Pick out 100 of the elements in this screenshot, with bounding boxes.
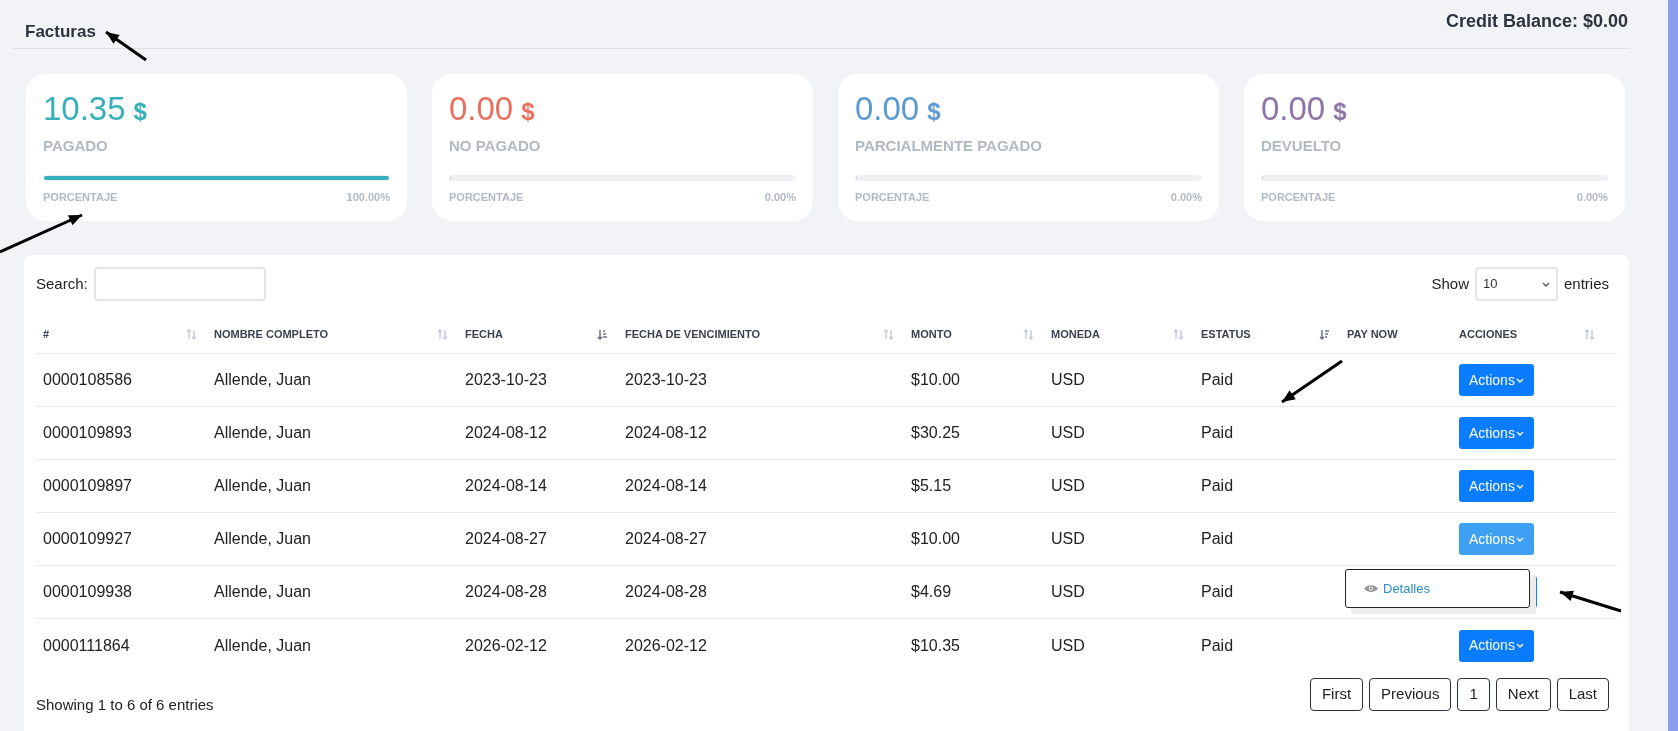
search-field[interactable] xyxy=(93,267,266,301)
chevron-down-icon xyxy=(1515,430,1524,436)
table-cell: Paid xyxy=(1201,477,1234,494)
chevron-down-icon xyxy=(1515,483,1524,489)
table-cell: $30.25 xyxy=(911,424,960,441)
table-cell: USD xyxy=(1051,636,1085,654)
table-cell: $4.69 xyxy=(911,583,952,600)
sort-descending-icon[interactable] xyxy=(1319,329,1330,340)
column-header[interactable]: ESTATUS xyxy=(1201,326,1251,343)
stat-label: PARCIALMENTE PAGADO xyxy=(855,136,1043,156)
page-size-select[interactable]: 10 xyxy=(1474,267,1558,301)
percent-caption: PORCENTAJE xyxy=(43,189,118,205)
table-cell: 2023-10-23 xyxy=(465,371,547,388)
pagination-button[interactable]: 1 xyxy=(1457,678,1490,711)
table-cell: 2023-10-23 xyxy=(625,371,707,388)
sort-icon[interactable] xyxy=(437,329,448,340)
column-header[interactable]: PAY NOW xyxy=(1347,326,1398,343)
sort-icon[interactable] xyxy=(883,329,894,340)
table-cell: 2024-08-28 xyxy=(465,583,547,600)
page-title: Facturas xyxy=(25,21,96,43)
table-cell: $10.00 xyxy=(911,530,960,547)
table-cell: Allende, Juan xyxy=(214,424,311,441)
annotation-arrow xyxy=(1559,590,1622,613)
search-label: Search: xyxy=(36,273,88,294)
table-cell: 2024-08-14 xyxy=(465,477,547,494)
table-cell: USD xyxy=(1051,371,1085,388)
table-cell: Allende, Juan xyxy=(214,583,311,600)
actions-button[interactable]: Actions xyxy=(1459,470,1534,502)
table-cell: Paid xyxy=(1201,636,1234,654)
table-cell: 2024-08-14 xyxy=(625,477,707,494)
table-cell: 2024-08-27 xyxy=(465,530,547,547)
column-header[interactable]: ACCIONES xyxy=(1459,326,1518,343)
column-header[interactable]: MONTO xyxy=(911,326,952,343)
sort-icon[interactable] xyxy=(1023,329,1034,340)
chevron-down-icon xyxy=(1515,536,1524,542)
menu-item[interactable]: Detalles xyxy=(1364,578,1430,599)
entries-info: Showing 1 to 6 of 6 entries xyxy=(36,695,214,715)
sort-icon[interactable] xyxy=(1584,329,1595,340)
stat-value: 10.35 xyxy=(43,92,126,125)
stat-value: 0.00 xyxy=(1261,92,1326,125)
table-cell: USD xyxy=(1051,477,1085,494)
table-cell: 2026-02-12 xyxy=(465,636,547,654)
stat-label: PAGADO xyxy=(43,136,109,156)
table-cell: 0000108586 xyxy=(43,371,132,388)
percent-caption: PORCENTAJE xyxy=(1261,189,1336,205)
table-cell: 0000109893 xyxy=(43,424,132,441)
column-header[interactable]: FECHA DE VENCIMIENTO xyxy=(625,326,761,343)
entries-label: entries xyxy=(1563,273,1609,294)
chevron-down-icon xyxy=(1541,281,1550,287)
table-cell: Paid xyxy=(1201,424,1234,441)
chevron-down-icon xyxy=(1515,643,1524,648)
stat-label: DEVUELTO xyxy=(1261,136,1343,156)
credit-balance: Credit Balance: $0.00 xyxy=(1445,10,1628,33)
table-cell: 2024-08-27 xyxy=(625,530,707,547)
percent-caption: PORCENTAJE xyxy=(855,189,930,205)
table-cell: Paid xyxy=(1201,530,1234,547)
actions-button[interactable]: Actions xyxy=(1459,629,1534,662)
sort-icon[interactable] xyxy=(186,329,197,340)
show-label: Show xyxy=(1431,273,1469,294)
annotation-arrow xyxy=(1281,359,1343,404)
column-header[interactable]: # xyxy=(43,326,50,343)
table-cell: Allende, Juan xyxy=(214,530,311,547)
pagination-button[interactable]: Previous xyxy=(1369,678,1452,711)
table-cell: Allende, Juan xyxy=(214,477,311,494)
currency-symbol: $ xyxy=(927,100,941,124)
table-cell: 0000109897 xyxy=(43,477,132,494)
pagination-button[interactable]: First xyxy=(1309,678,1364,711)
currency-symbol: $ xyxy=(1333,100,1347,124)
table-cell: USD xyxy=(1051,583,1085,600)
table-cell: USD xyxy=(1051,530,1085,547)
table-cell: $10.35 xyxy=(911,636,960,654)
currency-symbol: $ xyxy=(521,100,535,124)
table-cell: Paid xyxy=(1201,371,1234,388)
percent-value: 0.00% xyxy=(1170,189,1202,205)
table-cell: Paid xyxy=(1201,583,1234,600)
column-header[interactable]: MONEDA xyxy=(1051,326,1100,343)
pagination-button[interactable]: Next xyxy=(1495,678,1551,711)
percent-value: 0.00% xyxy=(1576,189,1608,205)
column-header[interactable]: FECHA xyxy=(465,326,503,343)
annotation-arrow xyxy=(105,30,147,62)
stat-value: 0.00 xyxy=(855,92,920,125)
table-cell: 2026-02-12 xyxy=(625,636,707,654)
actions-button[interactable]: Actions xyxy=(1459,417,1534,449)
scrollbar[interactable] xyxy=(1668,0,1678,731)
percent-caption: PORCENTAJE xyxy=(449,189,524,205)
table-cell: $10.00 xyxy=(911,371,960,388)
currency-symbol: $ xyxy=(133,100,147,124)
actions-button[interactable]: Actions xyxy=(1459,364,1534,396)
pagination-button[interactable]: Last xyxy=(1556,678,1609,711)
stat-value: 0.00 xyxy=(449,92,514,125)
table-cell: $5.15 xyxy=(911,477,952,494)
sort-icon[interactable] xyxy=(1173,329,1184,340)
sort-ascending-icon[interactable] xyxy=(597,329,608,340)
percent-value: 0.00% xyxy=(764,189,796,205)
table-cell: USD xyxy=(1051,424,1085,441)
percent-value: 100.00% xyxy=(346,189,390,205)
column-header[interactable]: NOMBRE COMPLETO xyxy=(214,326,329,343)
table-cell: 0000111864 xyxy=(43,636,130,654)
eye-icon xyxy=(1364,584,1378,593)
table-cell: Allende, Juan xyxy=(214,371,311,388)
